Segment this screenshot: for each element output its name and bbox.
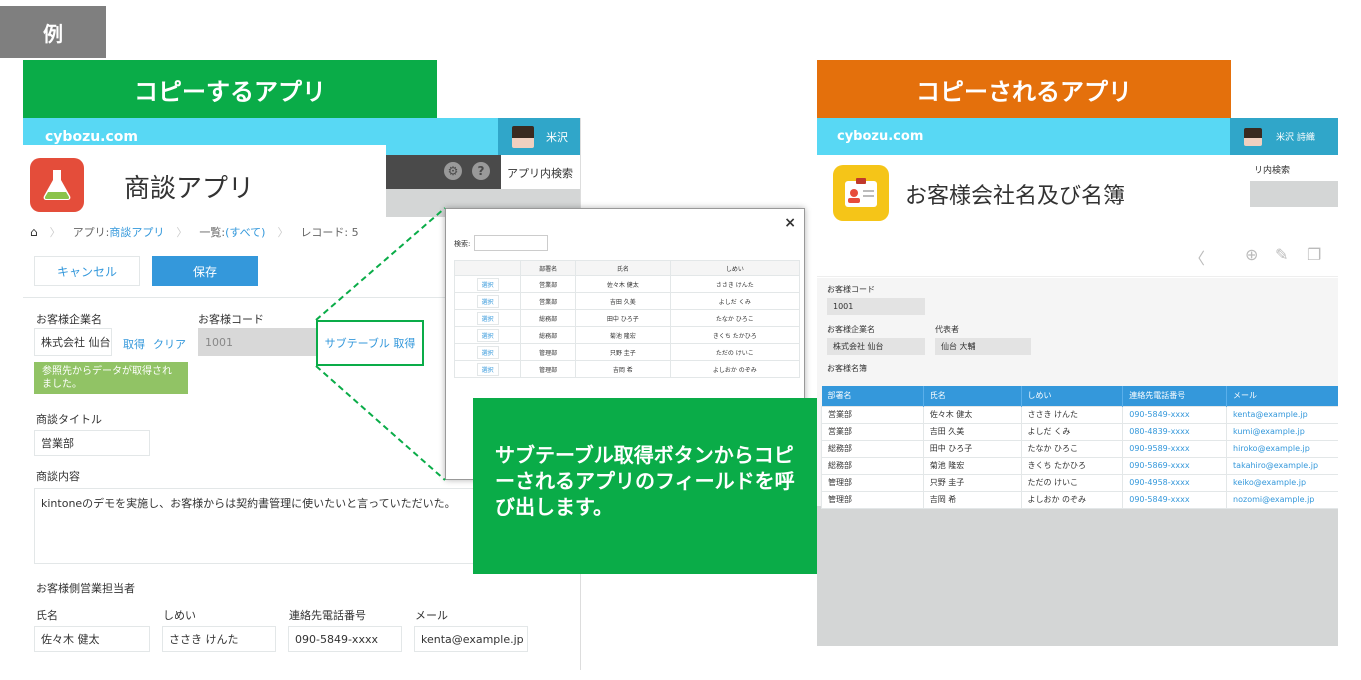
table-cell: 管理部	[821, 473, 924, 492]
table-cell: よしおか のぞみ	[1020, 490, 1124, 509]
table-cell: 総務部	[821, 439, 924, 458]
table-cell: よしだ くみ	[1020, 422, 1124, 441]
app-search-input[interactable]: リ内検索	[1250, 155, 1338, 181]
table-cell[interactable]: kumi@example.jp	[1226, 422, 1338, 441]
chevron-left-icon[interactable]: 〈	[1189, 245, 1205, 269]
avatar	[1244, 127, 1262, 146]
roster-label: お客様名簿	[827, 364, 867, 373]
representative-label: 代表者	[935, 325, 959, 334]
table-row: 管理部 只野 圭子 ただの けいこ 090-4958-xxxx keiko@exampl…	[821, 473, 1338, 492]
id-card-icon	[833, 165, 889, 221]
user-menu[interactable]: 米沢 詩織	[1230, 118, 1338, 155]
table-header: 部署名	[821, 386, 924, 406]
roster-table: 部署名 氏名 しめい 連絡先電話番号 メール 営業部 佐々木 健太 ささき けんた 0…	[821, 386, 1338, 509]
empty-area	[817, 506, 1338, 646]
table-cell: 田中 ひろ子	[922, 439, 1022, 458]
app-title: お客様会社名及び名簿	[905, 184, 1126, 209]
table-cell[interactable]: keiko@example.jp	[1226, 473, 1338, 492]
table-cell: ささき けんた	[1020, 405, 1124, 424]
table-cell: ただの けいこ	[1020, 473, 1124, 492]
table-cell[interactable]: hiroko@example.jp	[1226, 439, 1338, 458]
table-cell: きくち たかひろ	[1020, 456, 1124, 475]
customer-code-label: お客様コード	[827, 285, 875, 294]
table-cell[interactable]: nozomi@example.jp	[1226, 490, 1338, 509]
copy-icon[interactable]: ❐	[1307, 245, 1321, 264]
target-app-screenshot: cybozu.com 米沢 詩織 リ内検索 お客様会社名及び名簿 〈 ⊕ ✎ ❐…	[817, 118, 1338, 646]
table-cell: 総務部	[821, 456, 924, 475]
table-row: 総務部 田中 ひろ子 たなか ひろこ 090-9589-xxxx hiroko@exam…	[821, 439, 1338, 458]
table-cell: 吉岡 希	[922, 490, 1022, 509]
company-name-value: 株式会社 仙台	[827, 338, 925, 355]
table-cell[interactable]: 090-4958-xxxx	[1122, 473, 1228, 492]
table-cell: 営業部	[821, 422, 924, 441]
table-cell[interactable]: kenta@example.jp	[1226, 405, 1338, 424]
table-cell: 只野 圭子	[922, 473, 1022, 492]
table-row: 管理部 吉岡 希よしおか のぞみ 090-5849-xxxx nozomi@examp…	[821, 490, 1338, 509]
table-row: 営業部 吉田 久美 よしだ くみ 080-4839-xxxx kumi@example.…	[821, 422, 1338, 441]
callout-box: サブテーブル取得ボタンからコピーされるアプリのフィールドを呼び出します。	[473, 398, 831, 574]
table-cell: 吉田 久美	[922, 422, 1022, 441]
table-cell: たなか ひろこ	[1020, 439, 1124, 458]
company-name-label: お客様企業名	[827, 325, 875, 334]
gray-strip	[1250, 181, 1338, 207]
record-toolbar: 〈 ⊕ ✎ ❐	[817, 235, 1338, 277]
table-row: 総務部 菊池 隆宏 きくち たかひろ 090-5869-xxxx takahiro@ex…	[821, 456, 1338, 475]
table-cell: 営業部	[821, 405, 924, 424]
user-name: 米沢 詩織	[1276, 133, 1315, 143]
table-row: 営業部 佐々木 健太 ささき けんた 090-5849-xxxx kenta@examp…	[821, 405, 1338, 424]
table-cell[interactable]: 090-5849-xxxx	[1122, 405, 1228, 424]
table-header: 連絡先電話番号	[1122, 386, 1228, 406]
table-header: 氏名	[923, 386, 1022, 406]
table-cell[interactable]: 090-5869-xxxx	[1122, 456, 1228, 475]
add-icon[interactable]: ⊕	[1245, 245, 1258, 264]
customer-code-value: 1001	[827, 298, 925, 315]
table-cell[interactable]: 090-5849-xxxx	[1122, 490, 1228, 509]
table-header: メール	[1226, 386, 1338, 406]
table-cell: 管理部	[821, 490, 924, 509]
table-header-row: 部署名 氏名 しめい 連絡先電話番号 メール	[821, 386, 1338, 406]
edit-icon[interactable]: ✎	[1275, 245, 1288, 264]
representative-value: 仙台 大輔	[935, 338, 1031, 355]
table-cell[interactable]: 090-9589-xxxx	[1122, 439, 1228, 458]
table-header: しめい	[1021, 386, 1124, 406]
table-cell[interactable]: takahiro@example.jp	[1226, 456, 1338, 475]
table-cell: 菊池 隆宏	[922, 456, 1022, 475]
table-cell[interactable]: 080-4839-xxxx	[1122, 422, 1228, 441]
table-cell: 佐々木 健太	[922, 405, 1022, 424]
